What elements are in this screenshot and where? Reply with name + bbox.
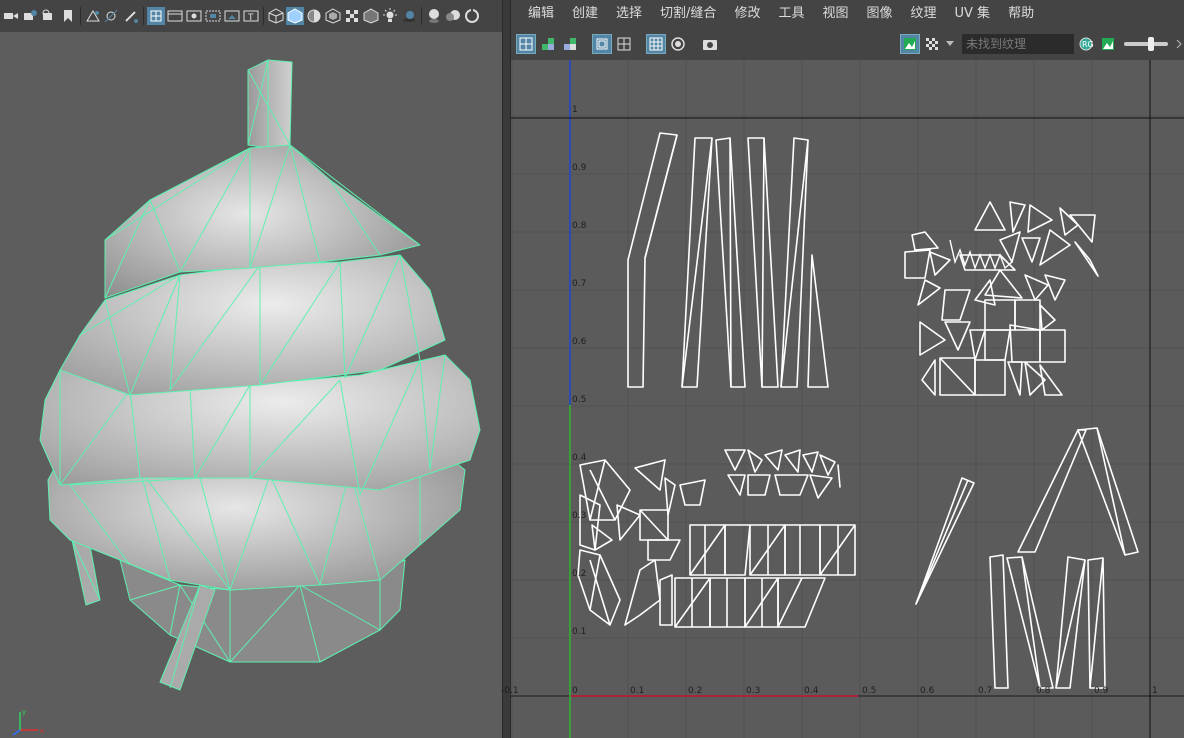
panel-splitter[interactable]: [502, 0, 511, 738]
uv-y-tick-label: 0.2: [572, 569, 587, 579]
uv-shell-group-triangles-b: [577, 449, 856, 628]
svg-text:T: T: [247, 13, 254, 23]
uv-x-tick-label: 0.7: [978, 686, 993, 696]
pinecone-mesh[interactable]: [0, 32, 502, 738]
uv-shell-group-triangles-a: [904, 201, 1099, 396]
uv-exposure-slider[interactable]: [1124, 37, 1168, 51]
uv-y-tick-label: 0.8: [572, 221, 587, 231]
image-plane-icon[interactable]: [59, 7, 77, 25]
uv-exposure-icon[interactable]: [1098, 34, 1118, 54]
uv-pixel-snap-button[interactable]: [614, 34, 634, 54]
shadows-icon[interactable]: [400, 7, 418, 25]
uv-layout-canvas[interactable]: [511, 60, 1184, 738]
film-gate-icon[interactable]: [103, 7, 121, 25]
menu-tools[interactable]: 工具: [769, 0, 813, 28]
uv-distortion-button[interactable]: [538, 34, 558, 54]
uv-x-tick-label: 0.8: [1036, 686, 1051, 696]
menu-image[interactable]: 图像: [857, 0, 901, 28]
gate-mask-icon[interactable]: [147, 7, 165, 25]
safe-action-icon[interactable]: [185, 7, 203, 25]
uv-grid-toggle[interactable]: [592, 34, 612, 54]
camera-icon[interactable]: [2, 7, 20, 25]
uv-x-tick-label: 0: [572, 686, 578, 696]
camera-attr-icon[interactable]: [21, 7, 39, 25]
toolbar-divider: [80, 7, 81, 25]
uv-texture-tiles-icon[interactable]: [668, 34, 688, 54]
svg-text:y: y: [22, 708, 26, 716]
menu-modify[interactable]: 修改: [725, 0, 769, 28]
uv-y-tick-label: 0.6: [572, 337, 587, 347]
uv-menubar: 编辑 创建 选择 切割/缝合 修改 工具 视图 图像 纹理 UV 集 帮助: [511, 0, 1184, 28]
grid-icon[interactable]: [84, 7, 102, 25]
uv-toolbar-expand-chevron-right-icon[interactable]: [1174, 34, 1184, 54]
menu-view[interactable]: 视图: [813, 0, 857, 28]
text-overlay-icon[interactable]: T: [242, 7, 260, 25]
uv-checker-dropdown-chevron-down-icon[interactable]: [944, 34, 956, 54]
default-material-icon[interactable]: [305, 7, 323, 25]
wireframe-icon[interactable]: [267, 7, 285, 25]
safe-title-icon[interactable]: [204, 7, 222, 25]
bookmark-icon[interactable]: [40, 7, 58, 25]
ambient-occlusion-icon[interactable]: [425, 7, 443, 25]
checker-icon[interactable]: [343, 7, 361, 25]
uv-checker-icon[interactable]: [922, 34, 942, 54]
uv-x-tick-label: 0.4: [804, 686, 819, 696]
uv-y-tick-label: 0.1: [572, 627, 587, 637]
use-lights-icon[interactable]: [381, 7, 399, 25]
toolbar-divider: [143, 7, 144, 25]
svg-text:RG: RG: [1082, 40, 1094, 49]
menu-help[interactable]: 帮助: [999, 0, 1043, 28]
uv-x-tick-label: 0.3: [746, 686, 761, 696]
uv-texture-grid[interactable]: -0.1 0 0.1 0.2 0.3 0.4 0.5 0.6 0.7 0.8 0.9 1 1 0.9 0.…: [501, 60, 1184, 738]
smooth-shade-icon[interactable]: [286, 7, 304, 25]
anti-alias-icon[interactable]: [463, 7, 481, 25]
perspective-viewport[interactable]: T x y: [0, 0, 502, 738]
uv-x-tick-label: 1: [1152, 686, 1158, 696]
texture-selector-field[interactable]: 未找到纹理: [962, 34, 1074, 54]
image-layer-icon[interactable]: [223, 7, 241, 25]
viewport-toolbar: T: [0, 0, 502, 32]
uv-shaded-button[interactable]: [560, 34, 580, 54]
uv-x-tick-label: 0.9: [1094, 686, 1109, 696]
uv-editor-panel: 编辑 创建 选择 切割/缝合 修改 工具 视图 图像 纹理 UV 集 帮助 未找…: [501, 0, 1184, 738]
uv-y-tick-label: 1: [572, 105, 578, 115]
uv-x-tick-label: -0.1: [501, 686, 519, 696]
uv-x-tick-label: 0.6: [920, 686, 935, 696]
menu-edit[interactable]: 编辑: [519, 0, 563, 28]
uv-x-tick-label: 0.2: [688, 686, 703, 696]
uv-y-tick-label: 0.3: [572, 511, 587, 521]
uv-shell-border-button[interactable]: [516, 34, 536, 54]
uv-toolbar: 未找到纹理 RG: [511, 30, 1184, 58]
field-chart-icon[interactable]: [166, 7, 184, 25]
cube-texture-icon[interactable]: [362, 7, 380, 25]
uv-y-tick-label: 0.4: [572, 453, 587, 463]
uv-x-tick-label: 0.1: [630, 686, 645, 696]
toolbar-divider: [421, 7, 422, 25]
menu-select[interactable]: 选择: [607, 0, 651, 28]
menu-create[interactable]: 创建: [563, 0, 607, 28]
uv-slider-handle[interactable]: [1148, 37, 1154, 51]
uv-sync-icon[interactable]: RG: [1076, 34, 1096, 54]
toolbar-divider: [263, 7, 264, 25]
uv-snapshot-camera-icon[interactable]: [700, 34, 720, 54]
resolution-gate-icon[interactable]: [122, 7, 140, 25]
uv-y-tick-label: 0.9: [572, 163, 587, 173]
menu-cut-sew[interactable]: 切割/缝合: [651, 0, 725, 28]
motion-blur-icon[interactable]: [444, 7, 462, 25]
axis-gizmo-icon: x y: [12, 708, 44, 736]
menu-uv-sets[interactable]: UV 集: [946, 0, 1000, 28]
uv-y-tick-label: 0.5: [572, 395, 587, 405]
textured-icon[interactable]: [324, 7, 342, 25]
uv-image-display-button[interactable]: [900, 34, 920, 54]
svg-text:x: x: [40, 727, 44, 735]
menu-texture[interactable]: 纹理: [902, 0, 946, 28]
uv-isolate-button[interactable]: [646, 34, 666, 54]
uv-y-tick-label: 0.7: [572, 279, 587, 289]
uv-x-tick-label: 0.5: [862, 686, 877, 696]
